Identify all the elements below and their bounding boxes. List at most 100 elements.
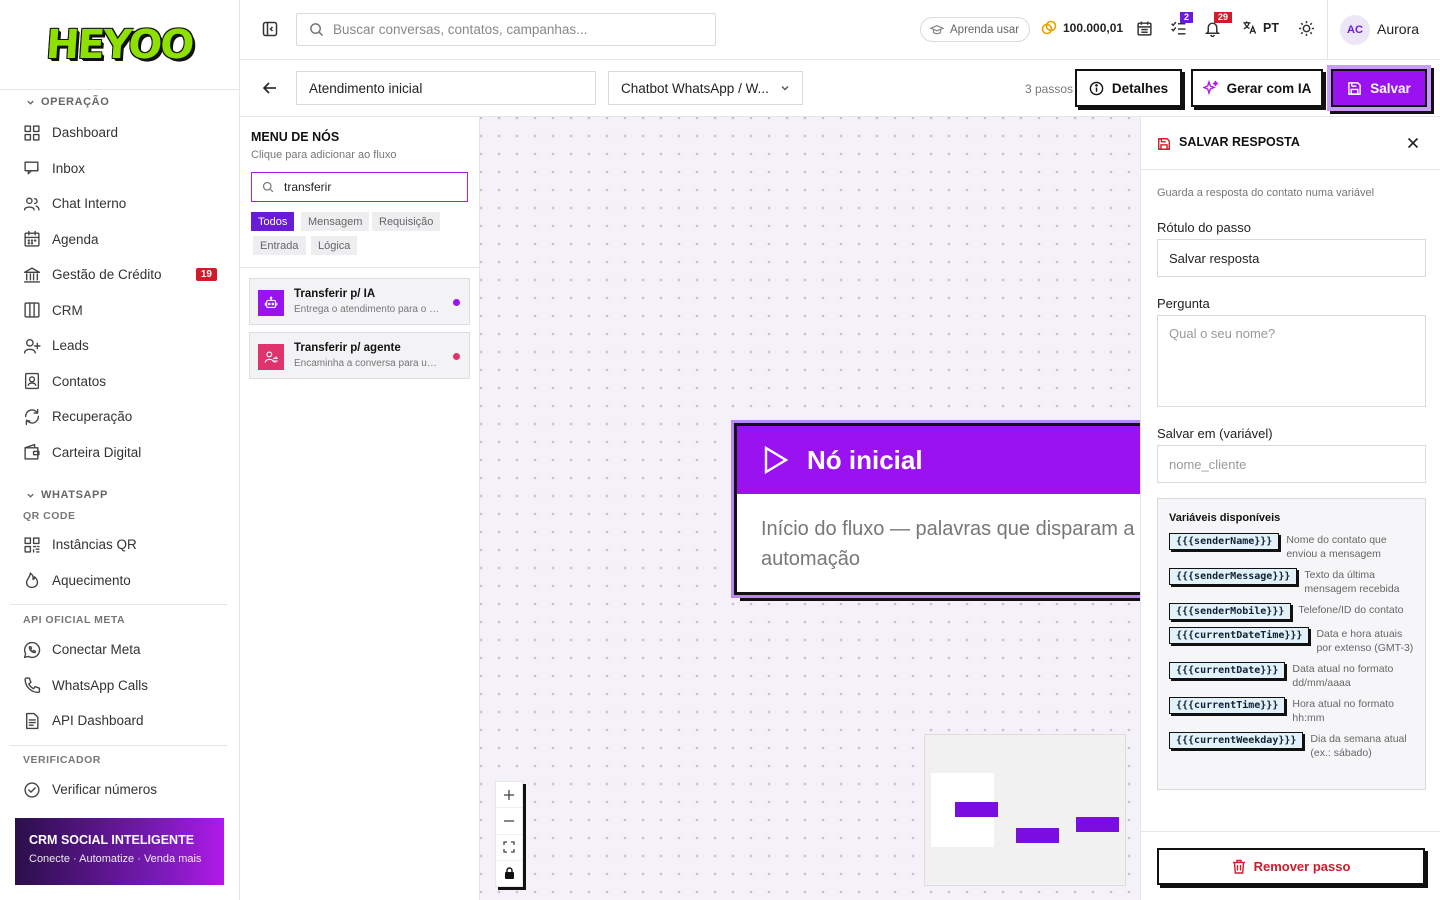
flow-name-input[interactable]: Atendimento inicial bbox=[296, 71, 596, 105]
variable-tag[interactable]: {{{currentTime}}} bbox=[1169, 697, 1286, 714]
step-label-label: Rótulo do passo bbox=[1157, 220, 1251, 235]
calendar-icon bbox=[23, 230, 41, 248]
variable-tag[interactable]: {{{currentDateTime}}} bbox=[1169, 627, 1310, 644]
save-in-variable-input[interactable]: nome_cliente bbox=[1157, 445, 1426, 483]
channel-select[interactable]: Chatbot WhatsApp / W... bbox=[608, 71, 803, 105]
translate-icon bbox=[1242, 20, 1257, 35]
variable-row: {{{senderMessage}}} Texto da última mensa… bbox=[1169, 568, 1414, 596]
sparkles-icon bbox=[1202, 80, 1219, 96]
flow-canvas[interactable]: Nó inicial Início do fluxo — palavras qu… bbox=[480, 117, 1140, 900]
sidebar-section-0-header[interactable]: OPERAÇÃO bbox=[12, 96, 109, 108]
variables-title: Variáveis disponíveis bbox=[1169, 512, 1281, 524]
steps-count: 3 passos bbox=[1025, 82, 1074, 96]
variable-tag[interactable]: {{{senderMessage}}} bbox=[1169, 568, 1298, 585]
node-search-input[interactable]: transferir bbox=[251, 172, 468, 202]
filter-chip-todos[interactable]: Todos bbox=[251, 212, 295, 231]
sidebar-item-dashboard[interactable]: Dashboard bbox=[10, 115, 227, 151]
sidebar-item-gestao-de-credito[interactable]: Gestão de Crédito 19 bbox=[10, 257, 227, 293]
zoom-in-button[interactable] bbox=[496, 782, 522, 809]
save-button[interactable]: Salvar bbox=[1331, 69, 1427, 107]
zoom-out-button[interactable] bbox=[496, 808, 522, 835]
details-button[interactable]: Detalhes bbox=[1075, 69, 1182, 107]
search-placeholder: Buscar conversas, contatos, campanhas... bbox=[333, 22, 588, 37]
variable-description: Telefone/ID do contato bbox=[1298, 604, 1404, 616]
channel-value: Chatbot WhatsApp / W... bbox=[621, 80, 769, 96]
sidebar-item-label: Agenda bbox=[52, 231, 99, 247]
variable-description: Texto da última mensagem recebida bbox=[1304, 569, 1400, 595]
variable-tag[interactable]: {{{senderMobile}}} bbox=[1169, 603, 1292, 620]
notifications-badge: 29 bbox=[1214, 12, 1233, 23]
node-card-title: Transferir p/ agente bbox=[294, 342, 401, 354]
filter-chip-entrada[interactable]: Entrada bbox=[253, 236, 306, 255]
promo-banner[interactable]: CRM SOCIAL INTELIGENTE Conecte · Automat… bbox=[15, 818, 224, 885]
sidebar-item-agenda[interactable]: Agenda bbox=[10, 222, 227, 258]
theme-toggle-icon[interactable] bbox=[1298, 20, 1315, 37]
calendar-icon[interactable] bbox=[1136, 20, 1153, 37]
filter-chip-logica[interactable]: Lógica bbox=[311, 236, 358, 255]
back-arrow-icon[interactable] bbox=[262, 80, 278, 96]
sidebar-item-recuperacao[interactable]: Recuperação bbox=[10, 399, 227, 435]
sidebar-item-api-dashboard[interactable]: API Dashboard bbox=[10, 703, 227, 739]
variable-row: {{{currentTime}}} Hora atual no formato h… bbox=[1169, 697, 1414, 725]
fit-view-button[interactable] bbox=[496, 835, 522, 861]
logo-area: HEYOO bbox=[0, 0, 239, 90]
variable-tag[interactable]: {{{currentWeekday}}} bbox=[1169, 732, 1304, 749]
node-card[interactable]: Transferir p/ agente Encaminha a conversa… bbox=[249, 332, 470, 379]
node-card-description: Entrega o atendimento para o as... bbox=[294, 304, 444, 315]
avatar[interactable]: AC bbox=[1340, 15, 1370, 45]
node-card[interactable]: Transferir p/ IA Entrega o atendimento pa… bbox=[249, 278, 470, 325]
user-name[interactable]: Aurora bbox=[1377, 21, 1419, 37]
tasks-icon[interactable]: 2 bbox=[1170, 12, 1194, 37]
brand-logo[interactable]: HEYOO bbox=[45, 22, 195, 68]
sidebar-item-label: WhatsApp Calls bbox=[52, 677, 149, 693]
sidebar-section-1-header[interactable]: WHATSAPP bbox=[12, 489, 108, 501]
node-menu-divider bbox=[240, 267, 479, 268]
lock-button[interactable] bbox=[496, 861, 522, 886]
zoom-controls bbox=[495, 781, 523, 887]
start-node[interactable]: Nó inicial Início do fluxo — palavras qu… bbox=[731, 420, 1140, 598]
bell-icon[interactable]: 29 bbox=[1204, 12, 1233, 37]
variable-row: {{{senderMobile}}} Telefone/ID do contato bbox=[1169, 603, 1414, 620]
learn-button[interactable]: Aprenda usar bbox=[920, 17, 1031, 42]
generate-ai-button[interactable]: Gerar com IA bbox=[1191, 69, 1323, 107]
global-search-input[interactable]: Buscar conversas, contatos, campanhas... bbox=[296, 13, 716, 46]
variable-tag[interactable]: {{{senderName}}} bbox=[1169, 533, 1280, 550]
sidebar-item-chat-interno[interactable]: Chat Interno bbox=[10, 186, 227, 222]
sidebar-item-crm[interactable]: CRM bbox=[10, 293, 227, 329]
trash-icon bbox=[1232, 859, 1246, 874]
sidebar-item-instancias-qr[interactable]: Instâncias QR bbox=[10, 527, 227, 563]
phone-icon bbox=[23, 676, 41, 694]
sidebar-divider bbox=[10, 745, 227, 746]
sidebar-item-carteira-digital[interactable]: Carteira Digital bbox=[10, 435, 227, 471]
credits-balance[interactable]: 100.000,01 bbox=[1041, 20, 1123, 36]
refresh-icon bbox=[23, 408, 41, 426]
minimap[interactable] bbox=[924, 734, 1126, 886]
sidebar-item-verificar-numeros[interactable]: Verificar números bbox=[10, 772, 227, 802]
chevron-down-icon bbox=[780, 83, 790, 93]
sidebar-item-label: CRM bbox=[52, 302, 83, 318]
close-icon[interactable] bbox=[1407, 137, 1419, 149]
start-node-header: Nó inicial bbox=[737, 426, 1140, 494]
variable-tag[interactable]: {{{currentDate}}} bbox=[1169, 662, 1286, 679]
step-label-input[interactable]: Salvar resposta bbox=[1157, 239, 1426, 277]
tasks-badge: 2 bbox=[1180, 12, 1194, 23]
node-menu-subtitle: Clique para adicionar ao fluxo bbox=[251, 149, 397, 161]
filter-chip-mensagem[interactable]: Mensagem bbox=[301, 212, 370, 231]
graduation-cap-icon bbox=[930, 24, 944, 36]
sidebar: HEYOO OPERAÇÃO Dashboard Inbox Chat Interno… bbox=[0, 0, 240, 900]
sidebar-item-leads[interactable]: Leads bbox=[10, 328, 227, 364]
sidebar-item-aquecimento[interactable]: Aquecimento bbox=[10, 563, 227, 599]
language-selector[interactable]: PT bbox=[1242, 20, 1279, 35]
question-textarea[interactable]: Qual o seu nome? bbox=[1157, 315, 1426, 407]
remove-step-button[interactable]: Remover passo bbox=[1157, 848, 1425, 885]
sidebar-item-whatsapp-calls[interactable]: WhatsApp Calls bbox=[10, 668, 227, 704]
lock-icon bbox=[504, 867, 515, 880]
details-label: Detalhes bbox=[1111, 80, 1169, 96]
sidebar-item-conectar-meta[interactable]: Conectar Meta bbox=[10, 632, 227, 668]
sidebar-item-contatos[interactable]: Contatos bbox=[10, 364, 227, 400]
sidebar-item-inbox[interactable]: Inbox bbox=[10, 151, 227, 187]
filter-chip-requisicao[interactable]: Requisição bbox=[372, 212, 441, 231]
sidebar-toggle-icon[interactable] bbox=[262, 21, 278, 37]
search-icon bbox=[262, 181, 274, 193]
variable-description: Data atual no formato dd/mm/aaaa bbox=[1292, 663, 1394, 689]
